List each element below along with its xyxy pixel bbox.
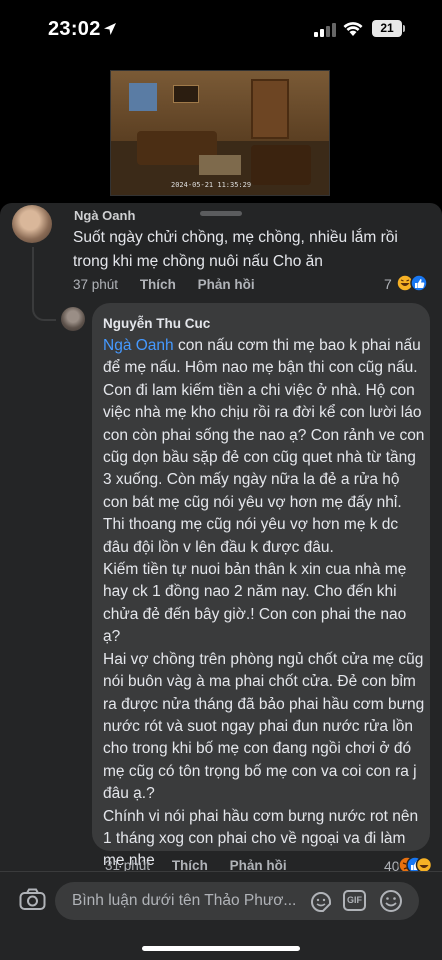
avatar[interactable] — [61, 307, 85, 331]
home-indicator[interactable] — [142, 946, 300, 951]
comment-paragraph: Hai vợ chồng trên phòng ngủ chốt cửa mẹ … — [103, 650, 425, 803]
reaction-icons[interactable] — [396, 274, 430, 292]
video-timestamp: 2024-05-21 11:35:29 — [171, 181, 252, 189]
comment-body: con nấu cơm thi mẹ bao k phai nấu để mẹ … — [103, 337, 425, 511]
gif-icon[interactable]: GIF — [343, 890, 366, 911]
video-door — [251, 79, 289, 139]
comment-paragraph: Kiếm tiền tự nuoi bản thân k xin cua nhà… — [103, 561, 407, 646]
comment-author[interactable]: Ngà Oanh — [74, 208, 135, 223]
mention-link[interactable]: Ngà Oanh — [103, 337, 174, 354]
comment-paragraph: Thi thoang mẹ cũg nói yêu vợ hơn mẹ k dc… — [103, 516, 399, 556]
like-button[interactable]: Thích — [140, 277, 176, 292]
comment-sheet: Ngà Oanh Suốt ngày chửi chồng, mẹ chồng,… — [0, 203, 442, 960]
comment-text: Ngà Oanh con nấu cơm thi mẹ bao k phai n… — [103, 335, 427, 873]
status-bar: 23:02 21 — [0, 0, 442, 60]
reaction-count[interactable]: 7 — [384, 276, 392, 292]
comment-input[interactable]: Bình luận dưới tên Thảo Phươ... GIF — [55, 882, 419, 920]
comment-input-placeholder: Bình luận dưới tên Thảo Phươ... — [72, 892, 297, 909]
video-armchair — [251, 145, 311, 185]
comment-text: Suốt ngày chửi chồng, mẹ chồng, nhiều lắ… — [73, 229, 398, 270]
reply-button[interactable]: Phản hồi — [198, 277, 255, 292]
video-table — [199, 155, 241, 175]
sheet-grabber[interactable] — [200, 211, 242, 216]
like-icon — [410, 274, 428, 292]
battery-icon: 21 — [372, 20, 402, 37]
video-picture-frame — [173, 85, 199, 103]
emoji-icon[interactable] — [379, 889, 403, 913]
avatar[interactable] — [12, 205, 52, 243]
comment-actions: 37 phút Thích Phản hồi — [73, 277, 273, 292]
comment-paragraph: Ngà Oanh con nấu cơm thi mẹ bao k phai n… — [103, 335, 427, 514]
signal-icon — [314, 23, 338, 37]
location-arrow-icon — [104, 23, 116, 35]
comment-time: 37 phút — [73, 277, 119, 292]
comment-author[interactable]: Nguyễn Thu Cuc — [103, 316, 210, 331]
camera-icon[interactable] — [19, 888, 46, 911]
thread-line — [32, 247, 56, 321]
wifi-icon — [343, 22, 363, 36]
status-time: 23:02 — [48, 18, 101, 40]
video-thumbnail[interactable]: 2024-05-21 11:35:29 — [110, 70, 330, 196]
battery-cap — [403, 25, 405, 32]
sticker-icon[interactable] — [309, 890, 333, 914]
video-window — [129, 83, 157, 111]
